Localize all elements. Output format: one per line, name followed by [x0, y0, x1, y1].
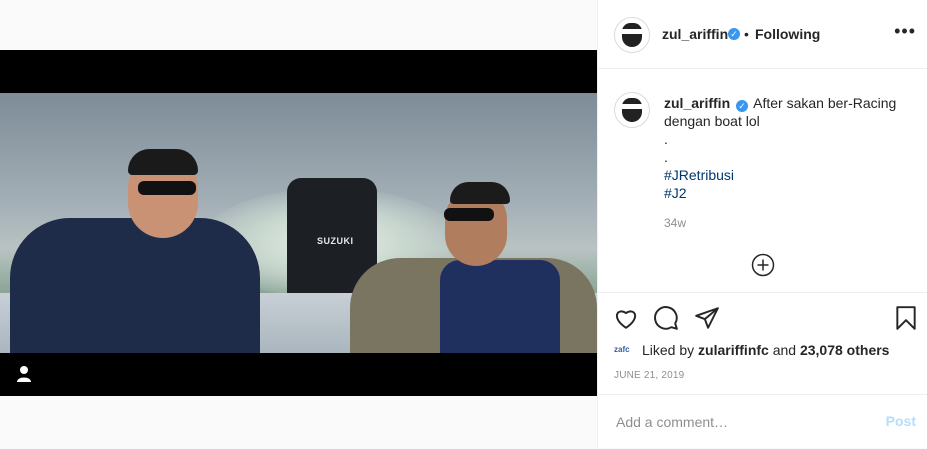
liked-by-prefix: Liked by [642, 342, 695, 358]
liked-by-user[interactable]: zulariffinfc [698, 342, 769, 358]
post-media[interactable]: SUZUKI [0, 50, 597, 396]
more-options-icon[interactable]: ••• [894, 22, 916, 40]
tagged-user-icon[interactable] [12, 362, 36, 386]
post-photo[interactable]: SUZUKI [0, 93, 597, 353]
like-heart-icon[interactable] [613, 305, 639, 331]
comment-bubble-icon[interactable] [653, 305, 679, 331]
motor-brand-label: SUZUKI [317, 236, 354, 246]
caption-text-line2: dengan boat lol [664, 113, 760, 129]
caption-verified-badge-icon: ✓ [736, 100, 749, 112]
author-username[interactable]: zul_ariffin [662, 26, 728, 42]
comment-bar: Post [598, 394, 927, 449]
caption-dot-1: . [664, 131, 668, 147]
hashtag-jretribusi[interactable]: #JRetribusi [664, 166, 914, 184]
media-area: SUZUKI [0, 0, 597, 448]
caption-text-line1: After sakan ber-Racing [753, 95, 897, 111]
liked-by-count[interactable]: 23,078 others [800, 342, 890, 358]
post-comment-button[interactable]: Post [886, 413, 916, 429]
person-right [350, 178, 597, 353]
person-left [10, 149, 260, 353]
add-comment-input[interactable] [614, 407, 868, 437]
post-date[interactable]: JUNE 21, 2019 [614, 370, 684, 381]
liked-by-and: and [772, 342, 797, 358]
caption-age: 34w [664, 216, 687, 230]
post-header: zul_ariffin ✓ • Following ••• [598, 0, 927, 69]
caption-author-avatar[interactable] [614, 92, 650, 128]
caption-dot-2: . [664, 149, 668, 165]
separator-dot: • [744, 26, 749, 42]
save-bookmark-icon[interactable] [893, 305, 919, 331]
load-more-comments-icon[interactable] [751, 253, 775, 277]
post-actions: zafc Liked by zulariffinfc and 23,078 ot… [598, 292, 927, 393]
liker-avatar[interactable]: zafc [614, 342, 634, 358]
verified-badge-icon: ✓ [728, 28, 740, 40]
hashtag-j2[interactable]: #J2 [664, 184, 914, 202]
post-side-panel: zul_ariffin ✓ • Following ••• zul_ariffi… [597, 0, 927, 448]
liked-by-text: Liked by zulariffinfc and 23,078 others [642, 342, 889, 358]
author-avatar[interactable] [614, 17, 650, 53]
share-paper-plane-icon[interactable] [694, 305, 720, 331]
caption-username[interactable]: zul_ariffin [664, 95, 730, 111]
post-caption: zul_ariffin ✓ After sakan ber-Racing den… [664, 94, 914, 202]
following-button[interactable]: Following [755, 26, 820, 42]
